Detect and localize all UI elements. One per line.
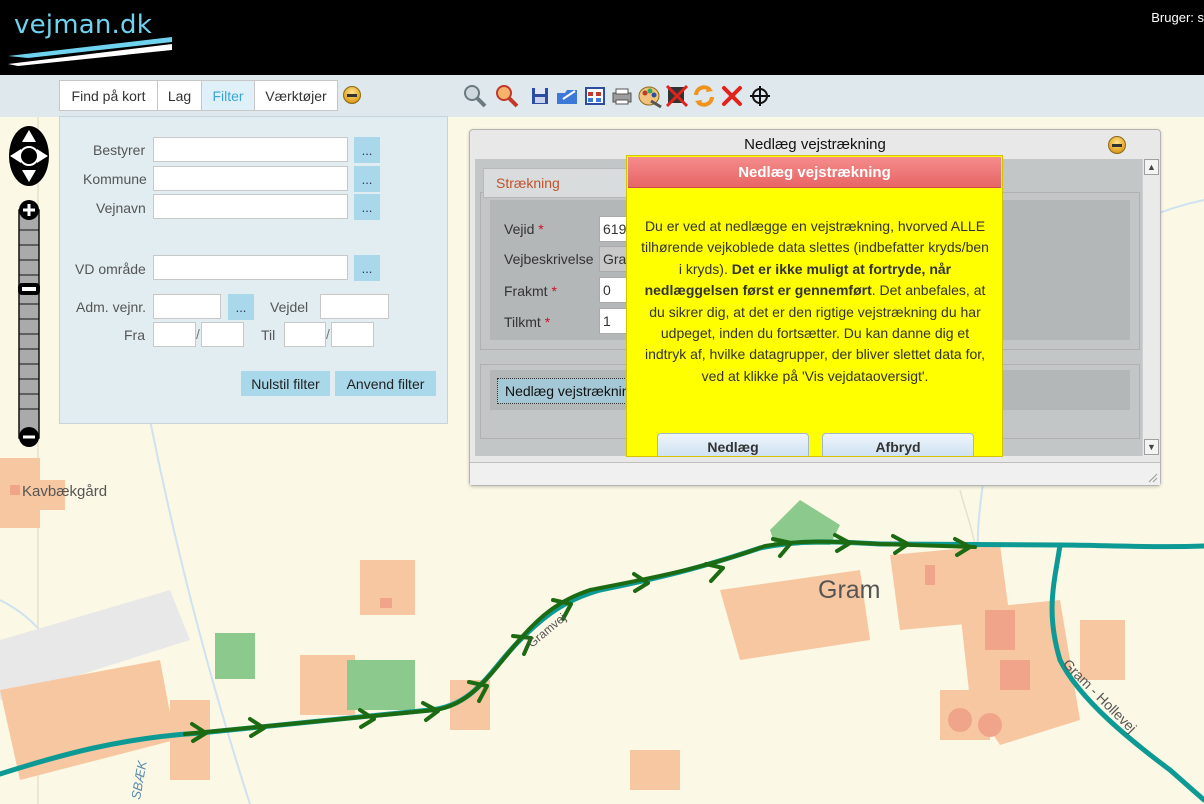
pan-control[interactable] <box>6 124 52 188</box>
fra-km-input[interactable] <box>153 322 196 347</box>
palette-icon[interactable] <box>636 82 664 110</box>
tab-filter[interactable]: Filter <box>201 80 255 111</box>
zoom-out-icon[interactable] <box>461 82 489 110</box>
tab-vaerktoejer[interactable]: Værktøjer <box>254 80 338 111</box>
bestyrer-input[interactable] <box>153 137 348 162</box>
remove-road-icon[interactable] <box>663 82 691 110</box>
adm-vejnr-label: Adm. vejnr. <box>76 299 147 315</box>
confirm-title: Nedlæg vejstrækning <box>628 157 1001 188</box>
tab-lag[interactable]: Lag <box>157 80 202 111</box>
nedlaeg-vejstraekning-button[interactable]: Nedlæg vejstrækning <box>497 378 629 404</box>
vejid-label: Vejid * <box>504 221 544 237</box>
print-icon[interactable] <box>608 82 636 110</box>
kommune-lookup-button[interactable]: ... <box>354 166 380 192</box>
tilkmt-label: Tilkmt * <box>504 314 551 330</box>
bestyrer-label: Bestyrer <box>93 142 146 158</box>
app-header: vejman.dk Bruger: s <box>0 0 1204 75</box>
vd-omraade-input[interactable] <box>153 255 348 280</box>
dialog-close-icon[interactable] <box>1108 136 1126 154</box>
vejbeskrivelse-input: Gra <box>599 246 627 272</box>
place-label-gram: Gram <box>818 576 881 604</box>
tab-find-paa-kort[interactable]: Find på kort <box>59 80 158 111</box>
vejman-logo[interactable]: vejman.dk <box>8 6 178 70</box>
kommune-input[interactable] <box>153 166 348 191</box>
vejdel-input[interactable] <box>320 294 389 319</box>
filter-panel: Bestyrer ... Kommune ... Vejnavn ... VD … <box>59 116 448 424</box>
vejnavn-lookup-button[interactable]: ... <box>354 194 380 220</box>
logo-swoosh-icon <box>8 37 172 66</box>
tilkmt-input[interactable]: 1 <box>599 308 627 334</box>
section-title-straekning: Strækning <box>483 168 630 198</box>
vejbeskrivelse-label: Vejbeskrivelse <box>504 251 594 267</box>
apply-filter-button[interactable]: Anvend filter <box>335 371 436 396</box>
dialog-title[interactable]: Nedlæg vejstrækning <box>470 130 1160 158</box>
bestyrer-lookup-button[interactable]: ... <box>354 137 380 163</box>
refresh-icon[interactable] <box>690 82 718 110</box>
zoom-in-icon[interactable] <box>493 82 521 110</box>
export-icon[interactable] <box>553 82 581 110</box>
fra-label: Fra <box>124 327 145 343</box>
fra-separator: / <box>196 326 200 342</box>
til-label: Til <box>261 327 276 343</box>
vd-omraade-label: VD område <box>75 261 146 277</box>
til-separator: / <box>326 326 330 342</box>
vd-omraade-lookup-button[interactable]: ... <box>354 255 380 281</box>
dialog-scrollbar[interactable]: ▲ ▼ <box>1142 159 1159 456</box>
delete-icon[interactable] <box>718 82 746 110</box>
til-km-input[interactable] <box>284 322 326 347</box>
collapse-panel-icon[interactable] <box>343 86 361 104</box>
vejid-input[interactable]: 619 <box>599 216 627 242</box>
resize-grip-icon[interactable] <box>1148 473 1158 483</box>
user-label: Bruger: s <box>1151 10 1204 25</box>
scroll-up-icon[interactable]: ▲ <box>1144 159 1159 175</box>
til-m-input[interactable] <box>331 322 374 347</box>
place-label-kavbaekgaard: Kavbækgård <box>22 483 107 500</box>
vejnavn-label: Vejnavn <box>96 200 146 216</box>
save-icon[interactable] <box>526 82 554 110</box>
scroll-down-icon[interactable]: ▼ <box>1144 439 1159 455</box>
confirm-message: Du er ved at nedlægge en vejstrækning, h… <box>641 218 989 384</box>
reset-filter-button[interactable]: Nulstil filter <box>241 371 330 396</box>
vejdel-label: Vejdel <box>270 299 309 315</box>
fra-m-input[interactable] <box>201 322 244 347</box>
frakmt-input[interactable]: 0 <box>599 277 627 303</box>
zoom-slider[interactable] <box>18 200 40 448</box>
crosshair-icon[interactable] <box>746 82 774 110</box>
confirm-nedlaeg-button[interactable]: Nedlæg <box>657 433 809 456</box>
kommune-label: Kommune <box>83 171 147 187</box>
confirm-afbryd-button[interactable]: Afbryd <box>822 433 974 456</box>
vejnavn-input[interactable] <box>153 194 348 219</box>
grid-icon[interactable] <box>581 82 609 110</box>
frakmt-label: Frakmt * <box>504 283 557 299</box>
dialog-footer <box>470 462 1160 485</box>
adm-vejnr-lookup-button[interactable]: ... <box>228 294 254 320</box>
confirm-popup: Nedlæg vejstrækning Du er ved at nedlægg… <box>626 155 1003 457</box>
adm-vejnr-input[interactable] <box>153 294 221 319</box>
